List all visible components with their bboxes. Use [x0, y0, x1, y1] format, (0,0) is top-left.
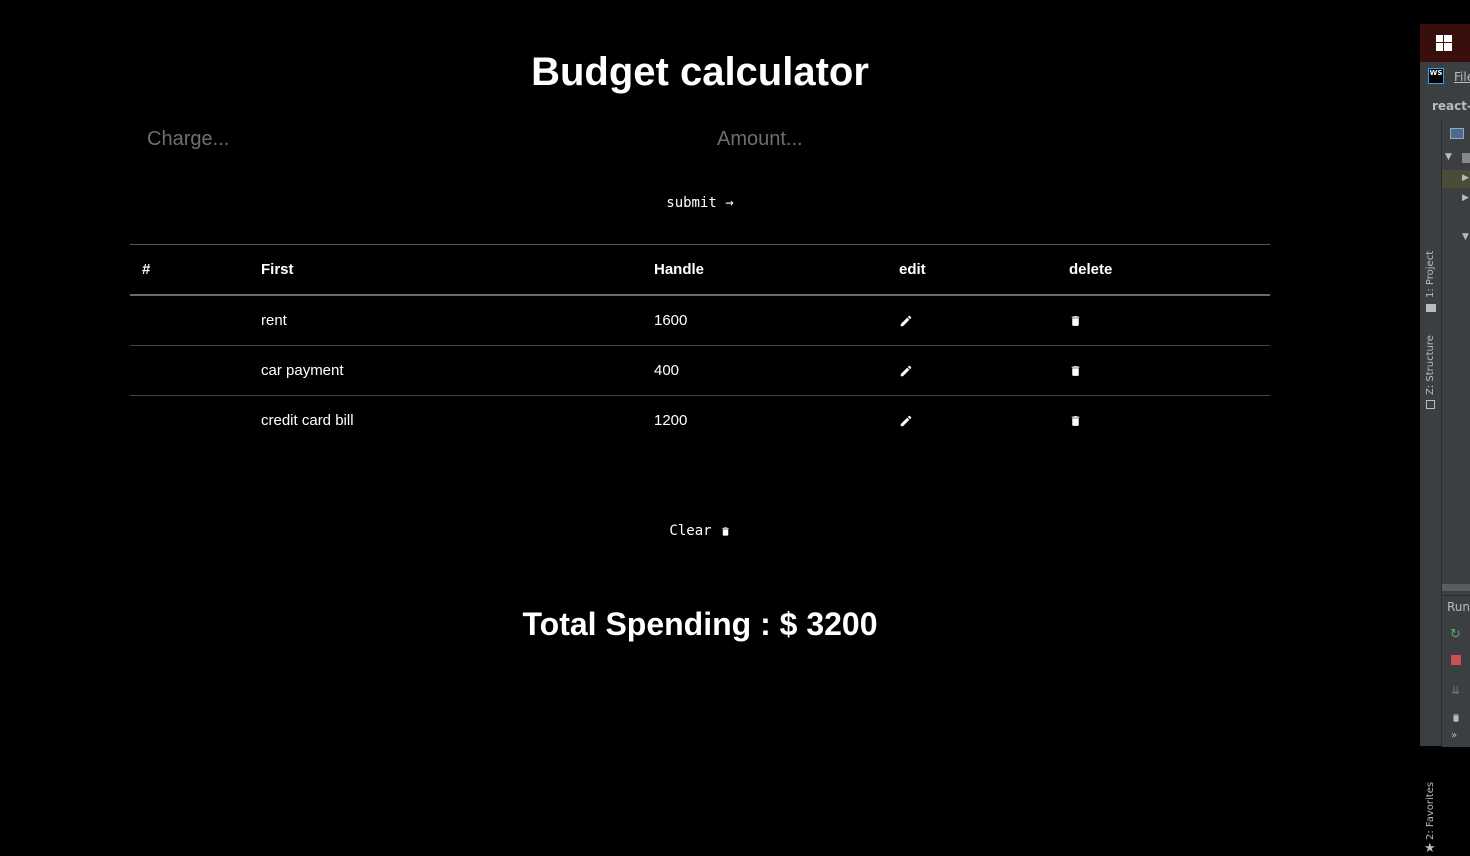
row-amount: 1200	[654, 412, 688, 429]
trash-icon[interactable]	[1069, 414, 1082, 428]
table-row: credit card bill 1200	[130, 396, 1270, 446]
trash-icon[interactable]	[1069, 314, 1082, 328]
pencil-icon[interactable]	[899, 364, 913, 378]
folder-icon	[1462, 153, 1470, 163]
tree-collapse-icon[interactable]: ▶	[1462, 193, 1469, 203]
menu-file[interactable]: File	[1454, 70, 1470, 84]
clear-button[interactable]: Clear	[669, 520, 730, 542]
submit-row: submit →	[0, 192, 1400, 214]
row-charge: car payment	[261, 362, 344, 379]
panel-scrollbar[interactable]	[1442, 584, 1470, 591]
ide-window-edge: WS File react-b 1: Project Z: Structure …	[1420, 0, 1470, 855]
edit-cell	[899, 396, 1069, 446]
ide-run-panel: Run: ↻ ⇊ »	[1442, 595, 1470, 747]
expense-table: # First Handle edit delete rent 1600 car…	[130, 244, 1270, 445]
tab-favorites[interactable]: 2: Favorites	[1425, 782, 1436, 840]
charge-input[interactable]	[145, 120, 669, 158]
ide-tool-strip: 1: Project Z: Structure 2: Favorites ★	[1420, 120, 1442, 855]
ide-nav-bar: react-b	[1420, 92, 1470, 121]
tree-expand-icon[interactable]: ▼	[1445, 152, 1452, 162]
table-row: rent 1600	[130, 295, 1270, 346]
trash-icon	[720, 525, 731, 538]
budget-app: Budget calculator submit → # First Handl…	[0, 0, 1400, 746]
tree-expand-icon[interactable]: ▼	[1462, 232, 1469, 242]
windows-logo-icon[interactable]	[1436, 35, 1452, 51]
edit-cell	[899, 346, 1069, 396]
run-label: Run:	[1447, 600, 1470, 614]
submit-button[interactable]: submit →	[666, 192, 733, 214]
star-icon: ★	[1424, 841, 1436, 856]
amount-input[interactable]	[715, 120, 1239, 158]
arrow-right-icon: →	[725, 195, 734, 211]
rerun-icon[interactable]: ↻	[1450, 628, 1461, 641]
header-first: First	[261, 261, 294, 278]
project-breadcrumb[interactable]: react-b	[1432, 99, 1470, 113]
row-charge: credit card bill	[261, 412, 354, 429]
ide-menu-bar: WS File	[1420, 62, 1470, 93]
more-icon[interactable]: »	[1451, 731, 1457, 741]
header-edit: edit	[899, 261, 926, 278]
submit-label: submit	[666, 195, 717, 211]
edit-cell	[899, 295, 1069, 346]
trash-icon[interactable]	[1069, 364, 1082, 378]
table-row: car payment 400	[130, 346, 1270, 396]
row-number	[130, 346, 261, 396]
row-number	[130, 295, 261, 346]
structure-icon	[1426, 400, 1435, 409]
clear-row: Clear	[0, 520, 1400, 542]
delete-cell	[1069, 346, 1270, 396]
delete-cell	[1069, 295, 1270, 346]
ide-title-bar	[1420, 24, 1470, 62]
row-amount: 1600	[654, 312, 688, 329]
tab-structure[interactable]: Z: Structure	[1425, 335, 1436, 395]
total-spending: Total Spending : $ 3200	[522, 606, 878, 642]
panel-header-icon	[1450, 128, 1464, 139]
table-header-row: # First Handle edit delete	[130, 244, 1270, 295]
row-amount: 400	[654, 362, 680, 379]
ide-project-panel: ▼	[1442, 120, 1470, 595]
webstorm-logo-icon: WS	[1428, 68, 1444, 84]
tree-collapse-icon: ▶	[1462, 173, 1469, 183]
pencil-icon[interactable]	[899, 414, 913, 428]
folder-icon	[1426, 304, 1436, 312]
tab-project[interactable]: 1: Project	[1425, 251, 1436, 298]
row-charge: rent	[261, 312, 287, 329]
trash-icon[interactable]	[1451, 712, 1461, 724]
clear-label: Clear	[669, 523, 712, 539]
pencil-icon[interactable]	[899, 314, 913, 328]
header-delete: delete	[1069, 261, 1113, 278]
tree-row-selected[interactable]: ▶	[1442, 170, 1470, 188]
header-handle: Handle	[654, 261, 705, 278]
stop-icon[interactable]	[1451, 655, 1461, 665]
row-number	[130, 396, 261, 446]
page-title: Budget calculator	[531, 50, 869, 94]
header-number: #	[142, 261, 151, 278]
delete-cell	[1069, 396, 1270, 446]
scroll-to-end-icon[interactable]: ⇊	[1451, 685, 1460, 696]
